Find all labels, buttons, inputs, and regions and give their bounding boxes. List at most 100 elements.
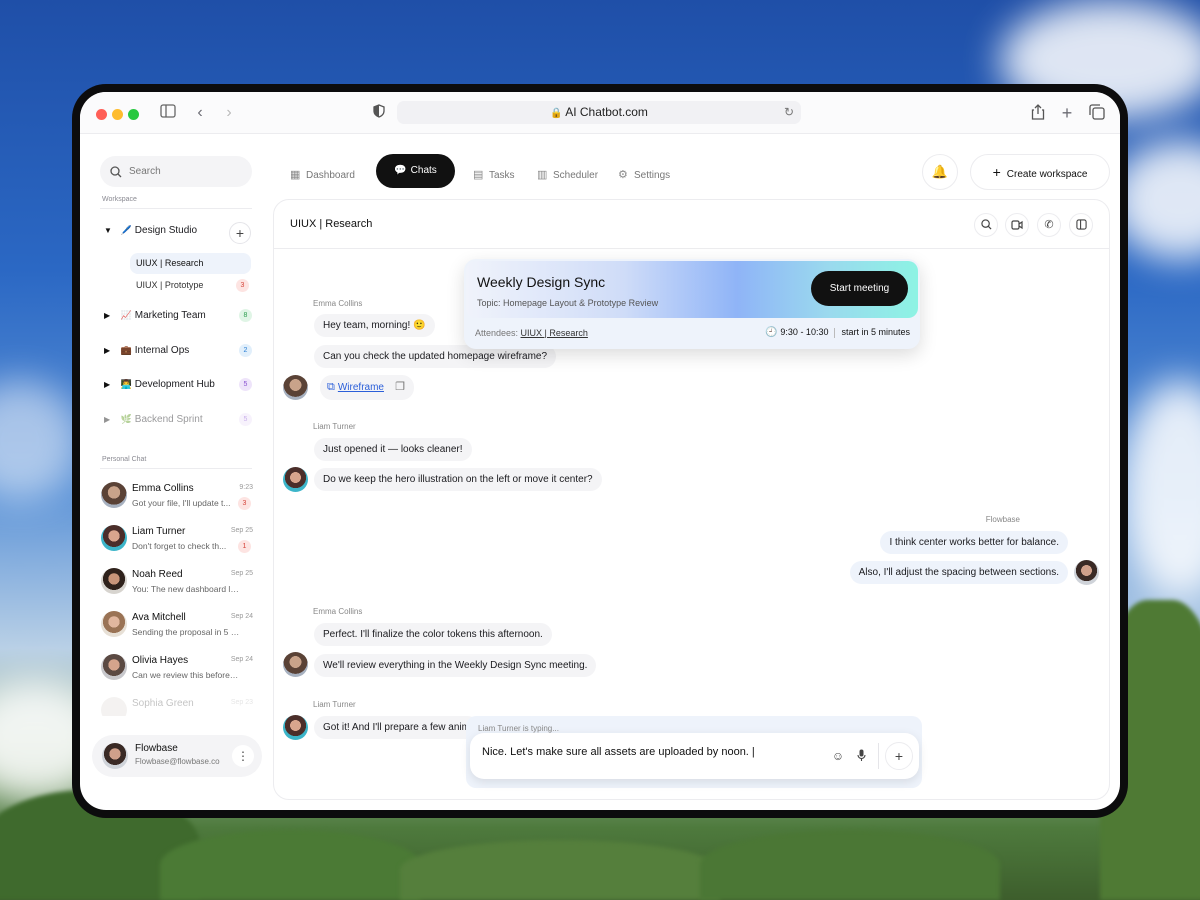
add-channel-button[interactable]: + xyxy=(229,222,251,244)
url-bar[interactable]: 🔒 AI Chatbot.com ↻ xyxy=(397,101,801,124)
message-bubble[interactable]: Perfect. I'll finalize the color tokens … xyxy=(314,623,552,646)
message-sender: Flowbase xyxy=(985,515,1020,524)
chat-name: Sophia Green xyxy=(132,698,194,709)
back-icon[interactable]: ‹ xyxy=(191,104,209,122)
chat-item-sophia-green[interactable]: Sophia Green Sep 23 xyxy=(101,694,253,716)
chat-item-emma-collins[interactable]: Emma Collins 9:23 Got your file, I'll up… xyxy=(101,479,253,515)
workspace-emoji: 💼 xyxy=(120,345,132,355)
video-call-button[interactable] xyxy=(1005,213,1029,237)
workspace-label: Development Hub xyxy=(134,379,215,390)
more-options-icon[interactable]: ⋮ xyxy=(232,745,254,767)
workspace-emoji: 📈 xyxy=(120,310,132,320)
message-sender: Emma Collins xyxy=(313,299,363,308)
forward-icon[interactable]: › xyxy=(220,104,238,122)
workspace-internal-ops[interactable]: ▶ 💼 Internal Ops 2 xyxy=(104,340,254,360)
avatar xyxy=(283,467,308,492)
caret-right-icon[interactable]: ▶ xyxy=(104,410,118,430)
channel-uiux-research[interactable]: UIUX | Research xyxy=(130,253,251,274)
unread-badge: 5 xyxy=(239,378,252,391)
message-bubble[interactable]: I think center works better for balance. xyxy=(880,531,1068,554)
message-bubble[interactable]: Also, I'll adjust the spacing between se… xyxy=(849,561,1068,584)
chat-name: Ava Mitchell xyxy=(132,612,186,623)
microphone-icon[interactable] xyxy=(851,746,871,766)
notifications-button[interactable]: 🔔 xyxy=(922,154,958,190)
message-input[interactable] xyxy=(482,746,822,758)
start-meeting-button[interactable]: Start meeting xyxy=(811,271,908,306)
browser-bar: ‹ › 🔒 AI Chatbot.com ↻ + xyxy=(80,92,1120,134)
message-sender: Liam Turner xyxy=(313,700,356,709)
figma-icon: ⧉ xyxy=(327,381,335,393)
message-bubble[interactable]: Hey team, morning! 🙂 xyxy=(314,314,435,337)
workspace-label: Workspace xyxy=(102,196,137,203)
gear-icon: ⚙ xyxy=(618,169,628,181)
reload-icon[interactable]: ↻ xyxy=(784,101,794,124)
avatar xyxy=(101,568,127,594)
file-link[interactable]: Wireframe xyxy=(338,382,384,393)
caret-right-icon[interactable]: ▶ xyxy=(104,306,118,326)
tabs-overview-icon[interactable] xyxy=(1088,104,1106,122)
create-workspace-label: Create workspace xyxy=(1006,169,1088,180)
avatar xyxy=(101,482,127,508)
message-bubble[interactable]: We'll review everything in the Weekly De… xyxy=(314,654,597,677)
chat-item-ava-mitchell[interactable]: Ava Mitchell Sep 24 Sending the proposal… xyxy=(101,608,253,644)
search-chat-button[interactable] xyxy=(974,213,998,237)
create-workspace-button[interactable]: + Create workspace xyxy=(970,154,1110,190)
caret-down-icon[interactable]: ▼ xyxy=(104,221,118,241)
shield-icon[interactable] xyxy=(370,104,388,122)
sidebar: Search Workspace ▼ 🖊️ Design Studio + UI… xyxy=(80,134,265,810)
workspace-development-hub[interactable]: ▶ 👨‍💻 Development Hub 5 xyxy=(104,374,254,394)
channel-uiux-prototype[interactable]: UIUX | Prototype 3 xyxy=(130,275,251,296)
sidebar-toggle-icon[interactable] xyxy=(159,104,177,122)
channel-label: UIUX | Research xyxy=(136,258,204,268)
unread-badge: 1 xyxy=(238,540,251,553)
nav-chats[interactable]: 💬 Chats xyxy=(376,154,455,188)
avatar xyxy=(101,654,127,680)
tasks-icon: ▤ xyxy=(473,169,484,181)
divider xyxy=(100,208,252,209)
message-bubble[interactable]: Do we keep the hero illustration on the … xyxy=(314,468,602,491)
emoji-icon[interactable]: ☺ xyxy=(828,746,848,766)
workspace-marketing-team[interactable]: ▶ 📈 Marketing Team 8 xyxy=(104,305,254,325)
meeting-time: 🕘 9:30 - 10:30 start in 5 minutes xyxy=(765,327,910,338)
chat-item-olivia-hayes[interactable]: Olivia Hayes Sep 24 Can we review this b… xyxy=(101,651,253,687)
file-attachment[interactable]: ⧉ Wireframe ❐ xyxy=(320,375,414,400)
chat-name: Liam Turner xyxy=(132,526,186,537)
nav-settings[interactable]: ⚙ Settings xyxy=(618,166,670,184)
profile-email: Flowbase@flowbase.co xyxy=(135,757,220,766)
chat-item-noah-reed[interactable]: Noah Reed Sep 25 You: The new dashboard … xyxy=(101,565,253,601)
avatar xyxy=(1074,560,1099,585)
unread-badge: 3 xyxy=(236,279,249,292)
minimize-window-dot[interactable] xyxy=(112,109,123,120)
workspace-emoji: 🌿 xyxy=(120,414,132,424)
phone-icon: ✆ xyxy=(1044,219,1054,231)
unread-badge: 3 xyxy=(238,497,251,510)
workspace-backend-sprint[interactable]: ▶ 🌿 Backend Sprint 5 xyxy=(104,409,254,429)
nav-scheduler[interactable]: ▥ Scheduler xyxy=(537,166,598,184)
attendees-link[interactable]: UIUX | Research xyxy=(521,328,588,338)
message-bubble[interactable]: Got it! And I'll prepare a few anim xyxy=(314,716,479,739)
copy-icon[interactable]: ❐ xyxy=(395,375,405,400)
search-input[interactable]: Search xyxy=(100,156,252,187)
new-tab-icon[interactable]: + xyxy=(1058,104,1076,122)
message-bubble[interactable]: Just opened it — looks cleaner! xyxy=(314,438,472,461)
lock-icon: 🔒 xyxy=(550,108,563,119)
nav-dashboard[interactable]: ▦ Dashboard xyxy=(290,166,355,184)
caret-right-icon[interactable]: ▶ xyxy=(104,375,118,395)
chat-preview: You: The new dashboard loo... xyxy=(132,584,240,594)
chat-preview: Don't forget to check th... xyxy=(132,541,227,551)
search-icon xyxy=(110,156,122,190)
nav-tasks[interactable]: ▤ Tasks xyxy=(473,166,515,184)
panel-toggle-button[interactable] xyxy=(1069,213,1093,237)
share-icon[interactable] xyxy=(1029,104,1047,122)
meeting-topic: Topic: Homepage Layout & Prototype Revie… xyxy=(477,298,659,308)
nav-label: Tasks xyxy=(489,170,515,181)
caret-right-icon[interactable]: ▶ xyxy=(104,341,118,361)
avatar xyxy=(101,611,127,637)
close-window-dot[interactable] xyxy=(96,109,107,120)
maximize-window-dot[interactable] xyxy=(128,109,139,120)
phone-call-button[interactable]: ✆ xyxy=(1037,213,1061,237)
chat-item-liam-turner[interactable]: Liam Turner Sep 25 Don't forget to check… xyxy=(101,522,253,558)
attach-button[interactable]: + xyxy=(885,742,913,770)
workspace-emoji: 👨‍💻 xyxy=(120,379,132,389)
user-profile[interactable]: Flowbase Flowbase@flowbase.co ⋮ xyxy=(92,735,262,777)
